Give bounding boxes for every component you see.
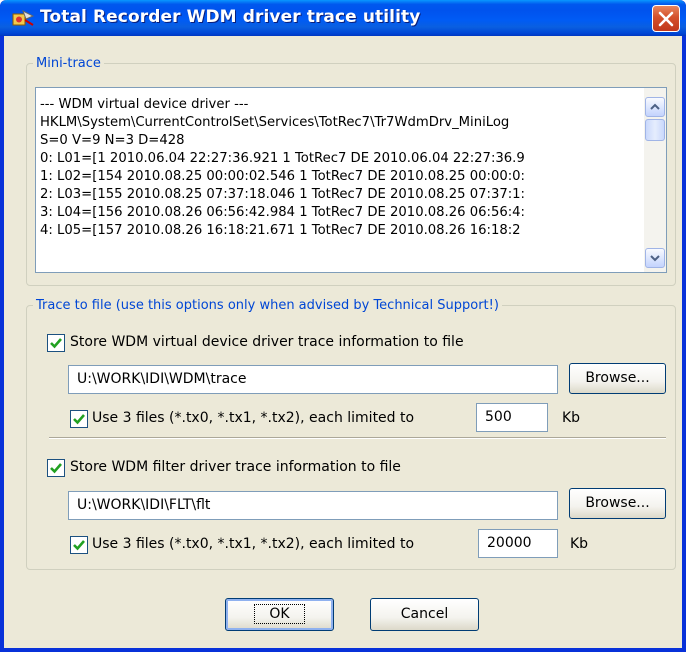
virtual-path-input[interactable]: U:\WORK\IDI\WDM\trace [68, 365, 558, 394]
browse-virtual-button[interactable]: Browse... [569, 363, 666, 394]
cancel-button[interactable]: Cancel [370, 598, 479, 631]
ok-label: OK [254, 604, 305, 624]
section-divider [49, 437, 666, 439]
browse-filter-label: Browse... [585, 495, 650, 511]
scroll-up-button[interactable] [645, 97, 665, 117]
store-filter-label: Store WDM filter driver trace informatio… [70, 459, 401, 475]
browse-virtual-label: Browse... [585, 370, 650, 386]
recorder-app-icon [12, 8, 35, 28]
use3-virtual-checkbox[interactable] [70, 410, 88, 428]
store-virtual-checkbox[interactable] [47, 334, 65, 352]
chevron-up-icon [650, 103, 660, 110]
trace-line: 0: L01=[1 2010.06.04 22:27:36.921 1 TotR… [40, 151, 525, 166]
scroll-down-button[interactable] [645, 248, 665, 268]
filter-limit-unit: Kb [570, 536, 589, 552]
trace-line: S=0 V=9 N=3 D=428 [40, 133, 185, 148]
store-virtual-label: Store WDM virtual device driver trace in… [70, 334, 464, 350]
virtual-limit-unit: Kb [562, 410, 581, 426]
close-icon [658, 11, 674, 27]
trace-line: 2: L03=[155 2010.08.25 07:37:18.046 1 To… [40, 187, 525, 202]
use3-filter-label: Use 3 files (*.tx0, *.tx1, *.tx2), each … [92, 536, 415, 552]
trace-line: 4: L05=[157 2010.08.26 16:18:21.671 1 To… [40, 223, 521, 238]
close-button[interactable] [652, 5, 680, 32]
store-filter-checkbox[interactable] [47, 459, 65, 477]
checkmark-icon [50, 463, 62, 474]
ok-button[interactable]: OK [225, 598, 334, 631]
title-bar[interactable]: Total Recorder WDM driver trace utility [0, 0, 686, 36]
trace-line: --- WDM virtual device driver --- [40, 97, 249, 112]
trace-to-file-legend: Trace to file (use this options only whe… [36, 298, 499, 313]
virtual-limit-input[interactable]: 500 [476, 403, 548, 432]
browse-filter-button[interactable]: Browse... [569, 488, 666, 519]
mini-trace-listbox[interactable]: --- WDM virtual device driver --- HKLM\Sy… [35, 87, 667, 273]
filter-limit-input[interactable]: 20000 [478, 529, 558, 558]
use3-virtual-label: Use 3 files (*.tx0, *.tx1, *.tx2), each … [92, 410, 415, 426]
checkmark-icon [50, 338, 62, 349]
cancel-label: Cancel [400, 606, 449, 622]
filter-path-input[interactable]: U:\WORK\IDI\FLT\flt [68, 491, 558, 520]
trace-line: HKLM\System\CurrentControlSet\Services\T… [40, 115, 510, 130]
trace-line: 1: L02=[154 2010.08.25 00:00:02.546 1 To… [40, 169, 525, 184]
trace-lines: --- WDM virtual device driver --- HKLM\Sy… [40, 96, 644, 240]
window-title: Total Recorder WDM driver trace utility [40, 7, 421, 27]
dialog-window: Total Recorder WDM driver trace utility … [0, 0, 686, 652]
mini-trace-legend: Mini-trace [36, 56, 101, 71]
checkmark-icon [73, 414, 85, 425]
trace-line: 3: L04=[156 2010.08.26 06:56:42.984 1 To… [40, 205, 525, 220]
checkmark-icon [73, 540, 85, 551]
scroll-thumb[interactable] [645, 119, 665, 141]
vertical-scrollbar[interactable] [644, 88, 666, 272]
use3-filter-checkbox[interactable] [70, 536, 88, 554]
chevron-down-icon [650, 255, 660, 262]
